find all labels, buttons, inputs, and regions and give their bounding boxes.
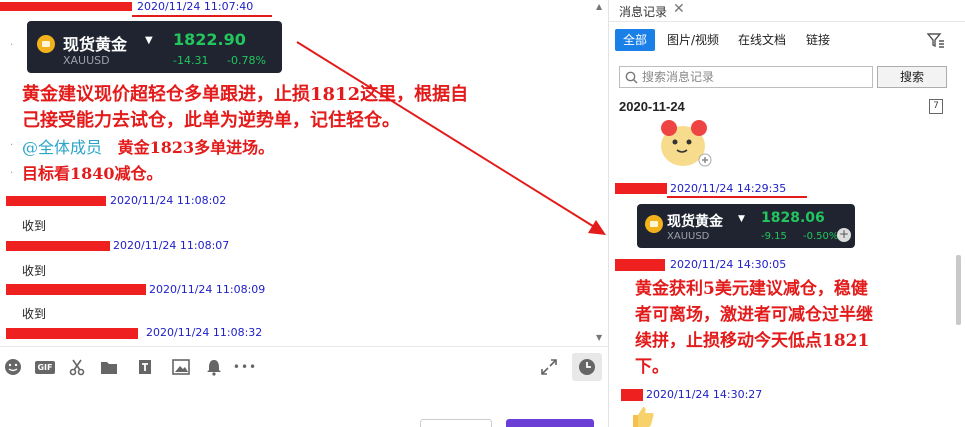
redacted-sender <box>0 2 132 11</box>
chat-window: 2020/11/24 11:07:40 · 现货黄金 ▼ XAUUSD 1822… <box>0 0 608 427</box>
calendar-icon[interactable]: 7 <box>929 99 943 114</box>
image-icon[interactable] <box>170 356 192 378</box>
quote-price: 1828.06 <box>761 210 825 226</box>
quote-name: 现货黄金 <box>63 35 128 54</box>
bullet: · <box>10 40 14 51</box>
clock-icon <box>579 359 595 375</box>
history-clock-button[interactable] <box>572 353 602 381</box>
advice-line: 目标看1840减仓。 <box>22 164 163 183</box>
message-timestamp: 2020/11/24 14:29:35 <box>670 182 787 195</box>
tab-all[interactable]: 全部 <box>615 29 656 51</box>
search-input[interactable] <box>642 69 868 85</box>
more-icon[interactable]: ••• <box>233 356 256 378</box>
doc-icon[interactable] <box>134 356 156 378</box>
close-button[interactable] <box>420 419 492 427</box>
chevron-down-icon[interactable]: ▼ <box>145 35 153 46</box>
profit-line: 者可离场，激进者可减仓过半继 <box>635 305 873 325</box>
gold-coin-icon <box>37 35 55 53</box>
mention-all[interactable]: @全体成员 <box>22 138 102 157</box>
timestamp-underline <box>667 196 807 198</box>
thumbs-up-sticker[interactable] <box>629 405 655 427</box>
message-text: 收到 <box>22 264 47 278</box>
quote-change-pct: -0.78% <box>227 54 266 67</box>
folder-icon[interactable] <box>98 356 120 378</box>
bell-icon[interactable] <box>203 356 225 378</box>
message-text: 收到 <box>22 219 47 233</box>
advice-line: 己接受能力去试仓，此单为逆势单，记住轻仓。 <box>22 110 400 131</box>
quote-change: -9.15 <box>761 231 787 242</box>
message-timestamp: 2020/11/24 11:08:07 <box>113 239 230 252</box>
message-timestamp: 2020/11/24 14:30:05 <box>670 258 787 271</box>
message-text: 收到 <box>22 307 47 321</box>
gold-quote-card[interactable]: 现货黄金 ▼ XAUUSD 1828.06 -9.15 -0.50% + <box>637 204 855 248</box>
expand-icon[interactable] <box>538 356 560 378</box>
chevron-down-icon[interactable]: ▼ <box>738 214 745 224</box>
panel-title: 消息记录 <box>619 5 668 19</box>
message-timestamp: 2020/11/24 11:08:02 <box>110 194 227 207</box>
search-icon <box>625 71 638 84</box>
profit-line: 下。 <box>635 357 669 377</box>
quote-change-pct: -0.50% <box>803 231 839 242</box>
tab-links[interactable]: 链接 <box>806 29 830 51</box>
gif-icon[interactable]: GIF <box>34 356 56 378</box>
search-button[interactable]: 搜索 <box>877 66 947 88</box>
search-field[interactable] <box>619 66 873 88</box>
scroll-down-icon[interactable]: ▼ <box>596 333 602 342</box>
redacted-sender <box>6 328 138 339</box>
redacted-sender <box>615 259 665 271</box>
profit-line: 续拼，止损移动今天低点1821 <box>635 331 870 351</box>
emoji-icon[interactable] <box>2 356 24 378</box>
gif-label: GIF <box>35 360 55 374</box>
message-timestamp: 2020/11/24 11:07:40 <box>137 0 254 13</box>
quote-name: 现货黄金 <box>667 214 723 230</box>
quote-symbol: XAUUSD <box>667 231 710 242</box>
tab-documents[interactable]: 在线文档 <box>738 29 786 51</box>
input-toolbar: GIF ••• <box>0 347 608 387</box>
scrollbar[interactable]: ▲ ▼ <box>596 0 606 345</box>
redacted-sender <box>615 183 667 194</box>
advice-mention-line: @全体成员 黄金1823多单进场。 <box>22 135 274 161</box>
quote-symbol: XAUUSD <box>63 54 110 67</box>
message-timestamp: 2020/11/24 14:30:27 <box>646 388 763 401</box>
message-timestamp: 2020/11/24 11:08:09 <box>149 283 266 296</box>
quote-price: 1822.90 <box>173 30 246 49</box>
quote-change: -14.31 <box>173 54 209 67</box>
scroll-up-icon[interactable]: ▲ <box>596 2 602 11</box>
gold-coin-icon <box>645 215 663 233</box>
scissors-icon[interactable] <box>66 356 88 378</box>
sticker-image[interactable] <box>655 118 717 170</box>
zoom-in-icon[interactable]: + <box>837 228 851 242</box>
redacted-sender <box>621 389 643 401</box>
redacted-sender <box>6 241 110 251</box>
redacted-sender <box>6 284 146 295</box>
gold-quote-card[interactable]: 现货黄金 ▼ XAUUSD 1822.90 -14.31 -0.78% <box>27 21 282 73</box>
scrollbar-thumb[interactable] <box>956 255 961 325</box>
timestamp-underline <box>132 15 272 17</box>
tab-media[interactable]: 图片/视频 <box>667 29 719 51</box>
bullet: · <box>10 168 14 179</box>
redacted-sender <box>6 196 106 206</box>
profit-line: 黄金获利5美元建议减仓，稳健 <box>635 279 868 299</box>
message-history-panel: 消息记录 ✕ 全部 图片/视频 在线文档 链接 搜索 2020-11-24 7 … <box>608 0 965 427</box>
close-icon[interactable]: ✕ <box>673 1 685 17</box>
message-timestamp: 2020/11/24 11:08:32 <box>146 326 263 339</box>
send-button[interactable] <box>506 419 594 427</box>
advice-text: 黄金1823多单进场。 <box>117 138 275 157</box>
filter-icon[interactable] <box>926 32 945 51</box>
advice-line: 黄金建议现价超轻仓多单跟进，止损1812这里，根据自 <box>22 84 469 105</box>
panel-header: 消息记录 ✕ <box>609 0 965 22</box>
date-header: 2020-11-24 <box>619 99 685 114</box>
bullet: · <box>10 140 14 151</box>
